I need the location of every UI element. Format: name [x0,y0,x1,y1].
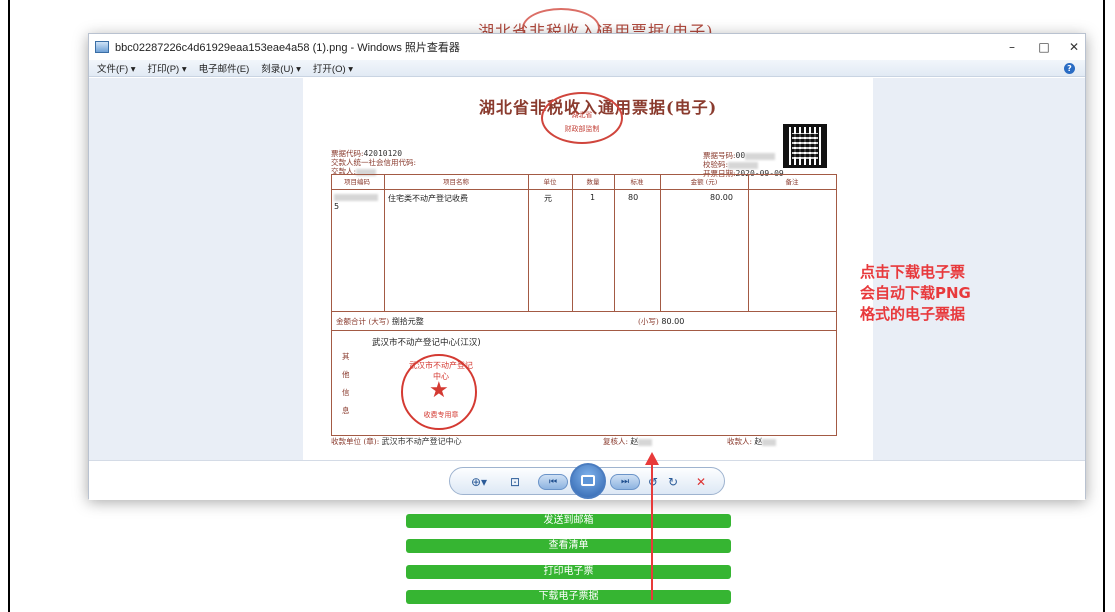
other-info-char-2: 他 [342,370,350,379]
table-divider [332,189,836,190]
other-info-char-3: 信 [342,388,350,397]
header-item-name: 项目名称 [443,178,469,186]
finance-seal: 湖北省 财政部监制 [541,92,623,144]
collector-row: 收款人: 赵 [727,436,777,447]
download-receipt-button[interactable]: 下载电子票据 [406,590,731,604]
row-amount: 80.00 [710,193,733,202]
viewer-toolbar-area: ⊕▾ ⊡ ⏮ ⏭ ↺ ↻ ✕ [89,460,1085,500]
send-email-button[interactable]: 发送到邮箱 [406,514,731,528]
header-standard: 标准 [630,178,644,186]
window-title: bbc02287226c4d61929eaa153eae4a58 (1).png… [115,42,460,54]
other-info-char-1: 其 [342,352,350,361]
total-small-label: (小写) [638,317,659,326]
menu-bar: 文件(F) ▾ 打印(P) ▾ 电子邮件(E) 刻录(U) ▾ 打开(O) ▾ [89,60,1085,77]
reviewer-row: 复核人: 赵 [603,436,653,447]
total-small: 80.00 [661,317,685,326]
annotation-text: 点击下载电子票 会自动下载PNG 格式的电子票据 [860,262,971,325]
arrow-line [651,462,653,600]
menu-open[interactable]: 打开(O) ▾ [313,61,353,75]
row-standard: 80 [628,193,639,202]
header-remark: 备注 [785,178,799,186]
star-icon: ★ [429,378,449,403]
item-code-redacted [334,194,378,201]
row-unit: 元 [544,194,552,203]
slideshow-button[interactable] [570,463,606,499]
seal-text-bottom: 财政部监制 [564,125,600,133]
payee-unit: 武汉市不动产登记中心 [381,437,462,446]
collector-name: 赵 [754,437,763,446]
view-list-button[interactable]: 查看清单 [406,539,731,553]
total-small-row: (小写) 80.00 [638,316,684,327]
actual-size-icon[interactable]: ⊡ [504,473,526,491]
other-info-text: 武汉市不动产登记中心(江汉) [372,338,481,348]
photo-viewer-app-icon [95,41,109,53]
help-icon[interactable]: ? [1064,63,1075,74]
row-item-name: 住宅类不动产登记收费 [388,194,468,203]
payee-unit-row: 收款单位 (章): 武汉市不动产登记中心 [331,436,462,447]
total-words-label: 金额合计 (大写) [336,317,390,326]
print-receipt-button[interactable]: 打印电子票 [406,565,731,579]
title-bar[interactable]: bbc02287226c4d61929eaa153eae4a58 (1).png… [89,34,1085,60]
total-row: 金额合计 (大写) 捌拾元整 [336,316,424,327]
menu-file[interactable]: 文件(F) ▾ [97,61,136,75]
stamp-subtext: 收费专用章 [423,411,459,419]
annotation-line-2: 会自动下载PNG [860,284,971,302]
rotate-left-icon[interactable]: ↺ [642,473,664,491]
seal-text-top: 湖北省 [571,111,593,119]
annotation-line-3: 格式的电子票据 [860,305,966,323]
minimize-button[interactable]: – [1002,38,1022,56]
qr-code [783,124,827,168]
header-unit: 单位 [543,178,557,186]
header-quantity: 数量 [586,178,600,186]
header-amount: 金额 (元) [690,178,718,186]
rotate-right-icon[interactable]: ↻ [662,473,684,491]
row-quantity: 1 [590,193,596,202]
receipt-image: 湖北省非税收入通用票据(电子) 湖北省 财政部监制 票据代码:42010120 … [303,78,873,460]
page-border-left [8,0,10,612]
row-item-code [334,193,378,202]
menu-email[interactable]: 电子邮件(E) [199,61,250,75]
next-button[interactable]: ⏭ [610,474,640,490]
reviewer-name: 赵 [630,437,639,446]
payee-unit-label: 收款单位 (章): [331,437,380,446]
payee-stamp: 武汉市不动产登记中心 ★ 收费专用章 [401,354,477,430]
delete-icon[interactable]: ✕ [690,473,712,491]
header-item-code: 项目编码 [344,178,370,186]
reviewer-label: 复核人: [603,437,629,446]
row-item-code-tail: 5 [334,202,340,211]
other-info-char-4: 息 [342,406,350,415]
menu-burn[interactable]: 刻录(U) ▾ [261,61,301,75]
total-words: 捌拾元整 [391,317,424,326]
maximize-button[interactable]: □ [1034,38,1054,56]
menu-print[interactable]: 打印(P) ▾ [148,61,187,75]
collector-label: 收款人: [727,437,753,446]
viewer-toolbar: ⊕▾ ⊡ ⏮ ⏭ ↺ ↻ ✕ [449,463,725,499]
previous-button[interactable]: ⏮ [538,474,568,490]
annotation-line-1: 点击下载电子票 [860,263,966,281]
page: 湖北省非税收入通用票据(电子) bbc02287226c4d61929eaa15… [0,0,1115,612]
close-window-button[interactable]: ✕ [1064,38,1084,56]
zoom-icon[interactable]: ⊕▾ [468,473,490,491]
page-border-right [1103,0,1105,612]
